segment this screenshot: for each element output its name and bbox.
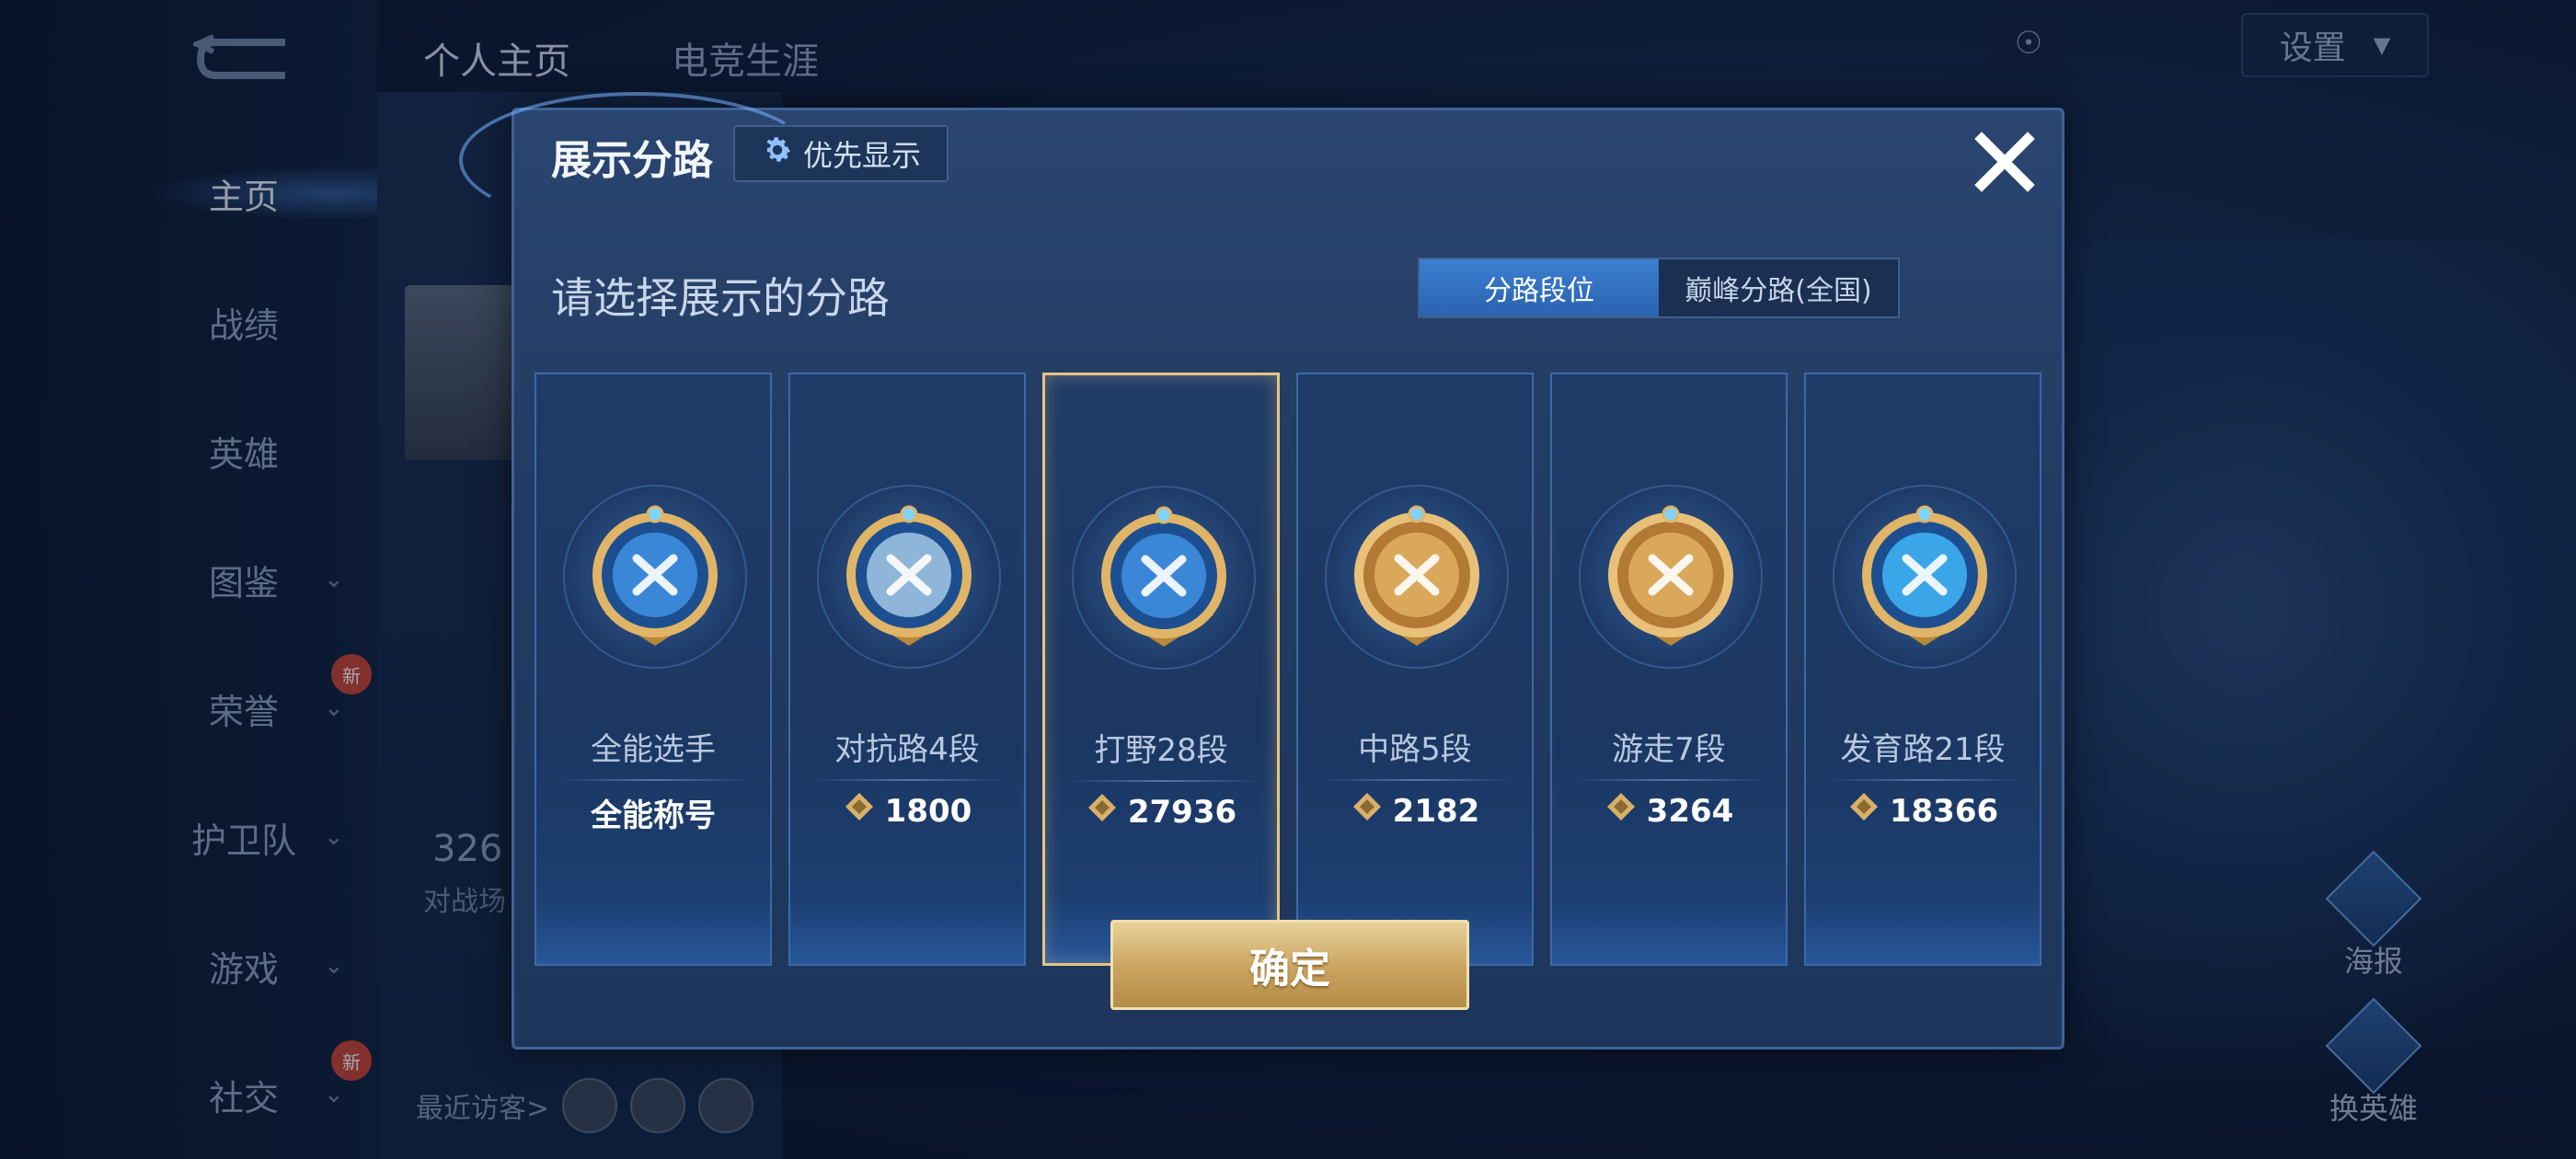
lane-score-value: 1800 xyxy=(884,792,972,830)
rank-points-icon xyxy=(1086,791,1119,832)
lane-display-dialog: 展示分路 优先显示 请选择展示的分路 分路段位 巅峰分路(全国) 全能选手全能称… xyxy=(459,92,2064,1050)
divider xyxy=(1828,779,2021,781)
tab-lane-rank[interactable]: 分路段位 xyxy=(1420,259,1659,316)
lane-card[interactable]: 发育路21段 18366 xyxy=(1804,373,2041,966)
roam-emblem-icon xyxy=(1602,503,1740,650)
clash-lane-emblem-icon xyxy=(840,503,978,650)
lane-name: 对抗路4段 xyxy=(834,731,980,768)
mid-lane-emblem-icon xyxy=(1348,503,1486,650)
lane-score-value: 2182 xyxy=(1392,792,1480,830)
divider xyxy=(1320,779,1513,781)
close-icon[interactable] xyxy=(1968,125,2041,199)
divider xyxy=(1574,779,1767,781)
dialog-title: 展示分路 xyxy=(551,137,713,184)
lane-score: 2182 xyxy=(1298,790,1532,832)
lane-name: 中路5段 xyxy=(1358,731,1472,768)
divider xyxy=(812,779,1006,781)
rank-points-icon xyxy=(1847,790,1880,832)
lane-score: 27936 xyxy=(1045,791,1277,832)
lane-score: 18366 xyxy=(1806,790,2040,832)
rank-points-icon xyxy=(1351,790,1384,832)
lane-card[interactable]: 游走7段 3264 xyxy=(1550,373,1788,966)
tab-peak-lane-national[interactable]: 巅峰分路(全国) xyxy=(1659,259,1898,316)
lane-cards: 全能选手 全能称号 对抗路4段 1800 打野28段 27936 中路5段 2182 游走7段 3… xyxy=(535,373,2043,966)
dialog-subtitle: 请选择展示的分路 xyxy=(551,273,890,323)
lane-card[interactable]: 打野28段 27936 xyxy=(1042,373,1280,966)
lane-card[interactable]: 全能选手 全能称号 xyxy=(535,373,772,966)
lane-score: 全能称号 xyxy=(536,790,770,835)
jungle-emblem-icon xyxy=(1095,504,1233,651)
rank-points-icon xyxy=(843,790,876,832)
card-bottom-glow xyxy=(1552,900,1786,964)
lane-score-value: 27936 xyxy=(1127,793,1237,831)
gear-icon xyxy=(761,133,794,174)
priority-display-label: 优先显示 xyxy=(802,138,921,173)
lane-name: 全能选手 xyxy=(591,731,716,768)
divider xyxy=(558,779,752,781)
lane-score: 1800 xyxy=(790,790,1024,832)
lane-type-toggle: 分路段位 巅峰分路(全国) xyxy=(1418,258,1900,318)
lane-name: 发育路21段 xyxy=(1840,731,2006,768)
all-round-emblem-icon xyxy=(586,503,724,650)
card-bottom-glow xyxy=(536,900,770,964)
lane-name: 游走7段 xyxy=(1612,731,1726,768)
lane-card[interactable]: 对抗路4段 1800 xyxy=(788,373,1026,966)
card-bottom-glow xyxy=(1806,900,2040,964)
lane-card[interactable]: 中路5段 2182 xyxy=(1296,373,1534,966)
lane-name: 打野28段 xyxy=(1094,732,1228,769)
lane-score-value: 3264 xyxy=(1646,792,1734,830)
card-bottom-glow xyxy=(790,900,1024,964)
rank-points-icon xyxy=(1604,790,1638,832)
priority-display-button[interactable]: 优先显示 xyxy=(733,125,949,182)
lane-score-value: 全能称号 xyxy=(591,798,716,834)
lane-score-value: 18366 xyxy=(1889,792,1999,830)
lane-score: 3264 xyxy=(1552,790,1786,832)
farm-lane-emblem-icon xyxy=(1856,503,1994,650)
confirm-button[interactable]: 确定 xyxy=(1110,920,1469,1010)
divider xyxy=(1067,780,1260,782)
